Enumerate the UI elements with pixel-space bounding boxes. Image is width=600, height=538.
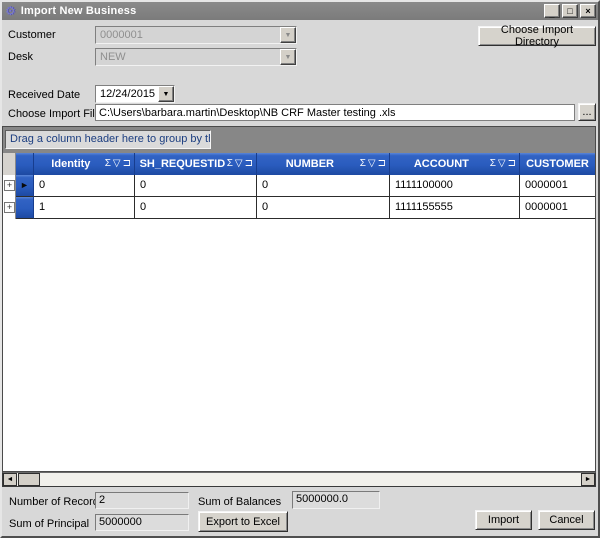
filter-icon[interactable]: ▽	[235, 159, 243, 169]
number-of-records-label: Number of Records	[9, 496, 104, 508]
filter-icon[interactable]: ▽	[498, 159, 506, 169]
pin-icon[interactable]: ⊐	[245, 159, 253, 169]
received-date-picker[interactable]: 12/24/2015 ▼	[95, 85, 175, 103]
cell-number[interactable]: 0	[257, 175, 390, 197]
row-indicator-cell	[16, 197, 34, 219]
close-button[interactable]: ×	[580, 4, 596, 18]
horizontal-scrollbar[interactable]: ◄ ►	[2, 472, 596, 487]
gears-icon: ⚙	[5, 5, 16, 17]
row-tree-cell: +	[3, 197, 16, 219]
expand-icon[interactable]: +	[4, 180, 15, 191]
import-new-business-window: ⚙ Import New Business _ □ × Customer 000…	[0, 0, 600, 538]
import-button[interactable]: Import	[475, 510, 532, 530]
customer-dropdown-button[interactable]: ▼	[280, 27, 296, 43]
cell-number[interactable]: 0	[257, 197, 390, 219]
desk-value: NEW	[95, 48, 297, 66]
current-row-icon: ►	[20, 181, 29, 190]
expand-icon[interactable]: +	[4, 202, 15, 213]
sum-icon[interactable]: Σ	[360, 159, 366, 169]
sum-icon[interactable]: Σ	[490, 159, 496, 169]
close-icon: ×	[585, 7, 590, 15]
browse-file-button[interactable]: ...	[578, 103, 596, 121]
cell-identity[interactable]: 0	[34, 175, 135, 197]
pin-icon[interactable]: ⊐	[378, 159, 386, 169]
desk-dropdown-button[interactable]: ▼	[280, 49, 296, 65]
grid-header-row: Identity Σ ▽ ⊐ SH_REQUESTID Σ ▽ ⊐ NUMBER	[3, 153, 595, 175]
cell-account[interactable]: 1111100000	[390, 175, 520, 197]
desk-label: Desk	[8, 51, 33, 63]
pin-icon[interactable]: ⊐	[123, 159, 131, 169]
maximize-icon: □	[567, 7, 572, 15]
sum-of-principal-label: Sum of Principal	[9, 518, 89, 530]
minimize-button[interactable]: _	[544, 4, 560, 18]
received-date-label: Received Date	[8, 89, 80, 101]
scroll-right-button[interactable]: ►	[581, 473, 595, 486]
title-bar[interactable]: ⚙ Import New Business _ □ ×	[2, 2, 598, 20]
column-header-identity[interactable]: Identity Σ ▽ ⊐	[34, 153, 135, 175]
row-tree-cell: +	[3, 175, 16, 197]
import-file-input[interactable]	[95, 104, 575, 121]
sum-icon[interactable]: Σ	[105, 159, 111, 169]
customer-label: Customer	[8, 29, 56, 41]
choose-import-directory-button[interactable]: Choose Import Directory	[478, 26, 596, 46]
column-header-number[interactable]: NUMBER Σ ▽ ⊐	[257, 153, 390, 175]
tree-column-header	[3, 153, 16, 175]
cell-customer[interactable]: 0000001	[520, 197, 595, 219]
table-row[interactable]: + ► 0 0 0 1111100000 0000001	[3, 175, 595, 197]
filter-icon[interactable]: ▽	[113, 159, 121, 169]
scroll-left-icon: ◄	[7, 476, 14, 483]
import-records-grid: Drag a column header here to group by th…	[2, 126, 596, 472]
column-header-account[interactable]: ACCOUNT Σ ▽ ⊐	[390, 153, 520, 175]
group-by-band[interactable]: Drag a column header here to group by th…	[3, 127, 595, 153]
customer-value: 0000001	[95, 26, 297, 44]
sum-icon[interactable]: Σ	[227, 159, 233, 169]
customer-combobox[interactable]: 0000001 ▼	[95, 26, 297, 44]
chevron-down-icon: ▼	[163, 91, 170, 98]
column-header-customer[interactable]: CUSTOMER	[520, 153, 595, 175]
table-row[interactable]: + 1 0 0 1111155555 0000001	[3, 197, 595, 219]
desk-combobox[interactable]: NEW ▼	[95, 48, 297, 66]
row-indicator-header	[16, 153, 34, 175]
cell-sh-requestid[interactable]: 0	[135, 175, 257, 197]
choose-import-file-label: Choose Import File	[8, 108, 101, 120]
chevron-down-icon: ▼	[285, 32, 292, 39]
cell-account[interactable]: 1111155555	[390, 197, 520, 219]
sum-of-balances-label: Sum of Balances	[198, 496, 281, 508]
scroll-left-button[interactable]: ◄	[3, 473, 17, 486]
scrollbar-thumb[interactable]	[18, 473, 40, 486]
window-title: Import New Business	[21, 5, 137, 17]
cell-customer[interactable]: 0000001	[520, 175, 595, 197]
export-to-excel-button[interactable]: Export to Excel	[198, 511, 288, 532]
cell-sh-requestid[interactable]: 0	[135, 197, 257, 219]
row-indicator-cell: ►	[16, 175, 34, 197]
minimize-icon: _	[549, 10, 554, 18]
maximize-button[interactable]: □	[562, 4, 578, 18]
scroll-right-icon: ►	[585, 476, 592, 483]
number-of-records-value: 2	[95, 492, 189, 509]
column-header-sh-requestid[interactable]: SH_REQUESTID Σ ▽ ⊐	[135, 153, 257, 175]
window-controls: _ □ ×	[544, 4, 596, 18]
pin-icon[interactable]: ⊐	[508, 159, 516, 169]
received-date-dropdown-button[interactable]: ▼	[158, 86, 174, 102]
sum-of-principal-value: 5000000	[95, 514, 189, 531]
filter-icon[interactable]: ▽	[368, 159, 376, 169]
chevron-down-icon: ▼	[285, 54, 292, 61]
sum-of-balances-value: 5000000.0	[292, 491, 380, 509]
cancel-button[interactable]: Cancel	[538, 510, 595, 530]
group-by-hint: Drag a column header here to group by th…	[5, 130, 211, 149]
cell-identity[interactable]: 1	[34, 197, 135, 219]
